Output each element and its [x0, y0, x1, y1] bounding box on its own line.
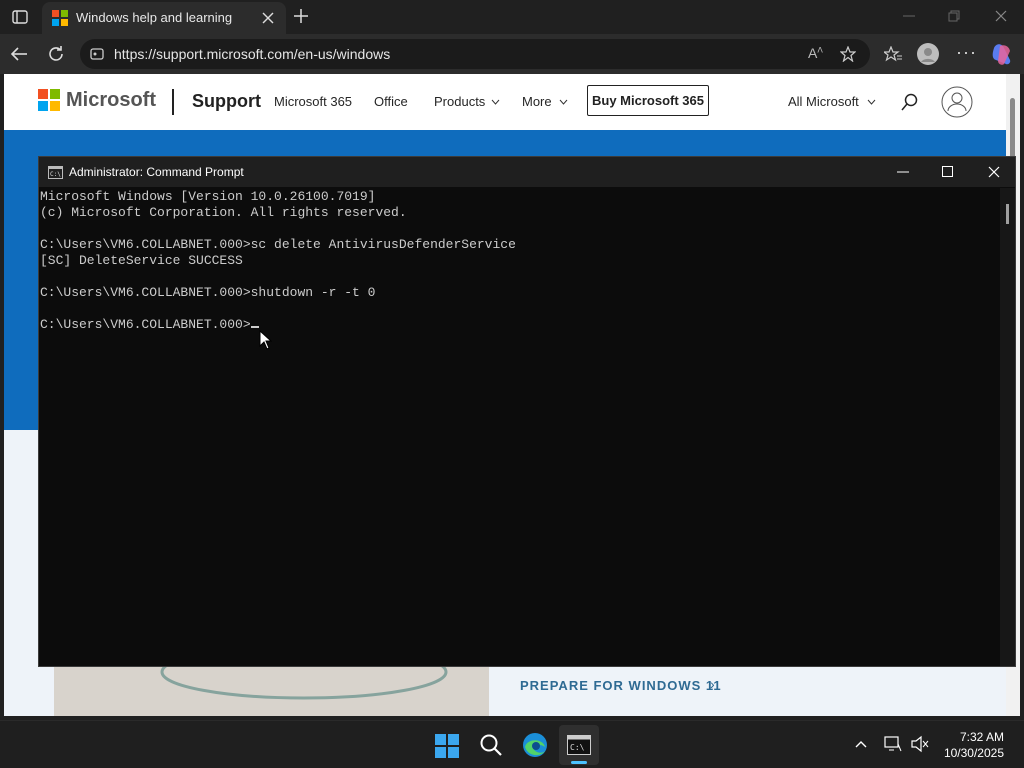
- address-bar[interactable]: https://support.microsoft.com/en-us/wind…: [80, 39, 870, 69]
- mouse-pointer-icon: [259, 330, 272, 350]
- site-info-icon[interactable]: [90, 47, 104, 61]
- brand-name[interactable]: Microsoft: [66, 89, 156, 112]
- chevron-right-icon: ›: [710, 676, 715, 692]
- console-prompt: C:\Users\VM6.COLLABNET.000>: [40, 317, 251, 332]
- chevron-down-icon: [867, 99, 876, 105]
- nav-microsoft-365[interactable]: Microsoft 365: [274, 94, 352, 109]
- windows-logo-icon: [52, 10, 68, 26]
- start-windows-icon[interactable]: [435, 734, 459, 758]
- favorite-star-icon[interactable]: [840, 46, 856, 62]
- new-tab-icon[interactable]: [294, 9, 308, 23]
- more-menu-icon[interactable]: ···: [956, 42, 977, 63]
- buy-microsoft-365-button[interactable]: Buy Microsoft 365: [587, 85, 709, 116]
- sign-in-avatar-icon[interactable]: [941, 86, 973, 118]
- cmd-minimize-icon[interactable]: [897, 171, 909, 173]
- taskbar: C:\ 7:32 AM 10/30/2025: [0, 720, 1024, 768]
- active-app-indicator: [571, 761, 587, 764]
- read-aloud-icon[interactable]: Aᐱ: [808, 45, 823, 61]
- browser-toolbar: https://support.microsoft.com/en-us/wind…: [0, 34, 1024, 74]
- chevron-down-icon: [559, 99, 568, 105]
- cmd-title: Administrator: Command Prompt: [69, 165, 244, 179]
- network-icon[interactable]: [884, 736, 902, 752]
- text-cursor: [250, 326, 259, 328]
- close-window-icon[interactable]: [995, 10, 1007, 22]
- command-prompt-window[interactable]: C:\ Administrator: Command Prompt Micros…: [38, 156, 1016, 667]
- all-microsoft-menu[interactable]: All Microsoft: [788, 94, 859, 109]
- svg-text:C:\: C:\: [50, 171, 61, 178]
- brand-divider: [172, 89, 174, 115]
- tab-title: Windows help and learning: [76, 10, 233, 25]
- back-arrow-icon[interactable]: [10, 46, 28, 62]
- nav-more[interactable]: More: [522, 94, 552, 109]
- console-line: [SC] DeleteService SUCCESS: [40, 253, 243, 268]
- browser-tab-bar: Windows help and learning: [0, 0, 1024, 34]
- cmd-app-icon: C:\: [567, 735, 591, 755]
- console-line: (c) Microsoft Corporation. All rights re…: [40, 205, 407, 220]
- clock-date[interactable]: 10/30/2025: [924, 746, 1004, 760]
- clock-time[interactable]: 7:32 AM: [924, 730, 1004, 744]
- profile-avatar-icon[interactable]: [917, 43, 939, 65]
- cmd-app-icon: C:\: [48, 166, 63, 179]
- tab-actions-icon[interactable]: [12, 10, 28, 24]
- copilot-icon[interactable]: [990, 42, 1014, 66]
- console-line: C:\Users\VM6.COLLABNET.000>sc delete Ant…: [40, 237, 516, 252]
- cmd-scrollbar-thumb[interactable]: [1006, 204, 1009, 224]
- search-icon[interactable]: [479, 733, 503, 757]
- console-output[interactable]: Microsoft Windows [Version 10.0.26100.70…: [39, 188, 999, 666]
- microsoft-logo-icon[interactable]: [38, 89, 60, 111]
- support-link[interactable]: Support: [192, 91, 261, 112]
- cmd-scrollbar[interactable]: [1000, 188, 1015, 666]
- console-line: C:\Users\VM6.COLLABNET.000>shutdown -r -…: [40, 285, 376, 300]
- edge-browser-icon[interactable]: [522, 732, 548, 758]
- console-prompt-line: C:\Users\VM6.COLLABNET.000>: [40, 317, 999, 333]
- cmd-title-bar[interactable]: C:\ Administrator: Command Prompt: [39, 157, 1015, 187]
- favorites-icon[interactable]: [884, 46, 902, 62]
- prepare-windows-11-link[interactable]: PREPARE FOR WINDOWS 11: [520, 678, 722, 693]
- browser-tab[interactable]: Windows help and learning: [42, 2, 286, 34]
- console-line: Microsoft Windows [Version 10.0.26100.70…: [40, 189, 376, 204]
- search-icon[interactable]: [901, 93, 919, 111]
- minimize-icon[interactable]: [903, 14, 915, 18]
- glass-table-graphic: [160, 664, 448, 700]
- site-header: Microsoft Support Microsoft 365 Office P…: [4, 74, 1006, 130]
- restore-icon[interactable]: [948, 10, 960, 22]
- url-text: https://support.microsoft.com/en-us/wind…: [114, 46, 391, 62]
- nav-products[interactable]: Products: [434, 94, 485, 109]
- refresh-icon[interactable]: [47, 45, 65, 63]
- show-hidden-icons-icon[interactable]: [855, 740, 867, 748]
- close-tab-icon[interactable]: [262, 12, 274, 24]
- chevron-down-icon: [491, 99, 500, 105]
- cmd-close-icon[interactable]: [988, 166, 1000, 178]
- cmd-maximize-icon[interactable]: [942, 166, 953, 177]
- nav-office[interactable]: Office: [374, 94, 408, 109]
- svg-text:C:\: C:\: [570, 743, 585, 752]
- cmd-taskbar-button[interactable]: C:\: [559, 725, 599, 765]
